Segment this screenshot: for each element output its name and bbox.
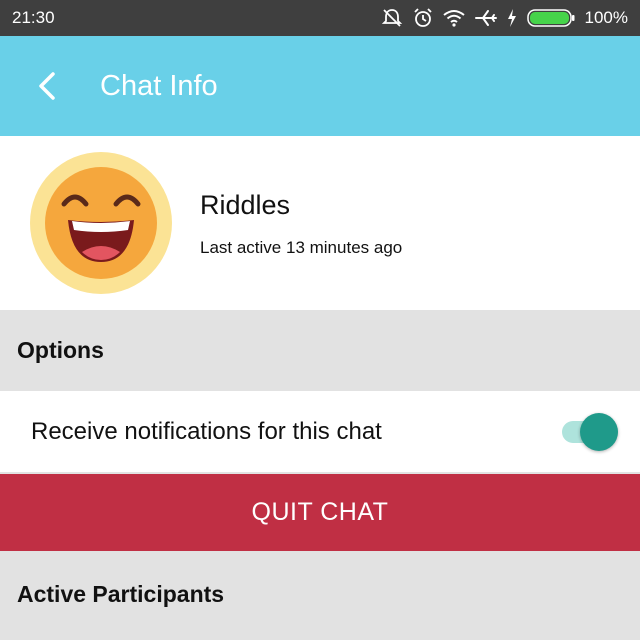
- quit-chat-button[interactable]: QUIT CHAT: [0, 474, 640, 551]
- back-button[interactable]: [32, 66, 62, 106]
- notifications-option-row: Receive notifications for this chat: [0, 391, 640, 472]
- chat-profile: Riddles Last active 13 minutes ago: [0, 136, 640, 310]
- do-not-disturb-icon: [381, 9, 402, 27]
- wifi-icon: [442, 10, 465, 27]
- status-bar: 21:30 100%: [0, 0, 640, 36]
- last-active-text: Last active 13 minutes ago: [200, 238, 403, 257]
- page-title: Chat Info: [100, 69, 218, 102]
- alarm-icon: [413, 8, 432, 27]
- options-header: Options: [0, 310, 640, 391]
- chat-name: Riddles: [200, 190, 291, 220]
- app-bar: Chat Info: [0, 36, 640, 136]
- notifications-label: Receive notifications for this chat: [31, 417, 382, 445]
- active-participants-header: Active Participants: [0, 553, 640, 636]
- notifications-toggle[interactable]: [562, 412, 618, 452]
- laughing-emoji-icon: [30, 152, 172, 294]
- status-icons: 100%: [381, 8, 628, 28]
- chevron-left-icon: [39, 72, 55, 100]
- battery-percent: 100%: [584, 8, 628, 27]
- charging-icon: [507, 9, 516, 27]
- status-time: 21:30: [12, 8, 55, 27]
- battery-icon: [526, 9, 575, 27]
- airplane-icon: [474, 10, 497, 26]
- toggle-thumb: [580, 412, 618, 451]
